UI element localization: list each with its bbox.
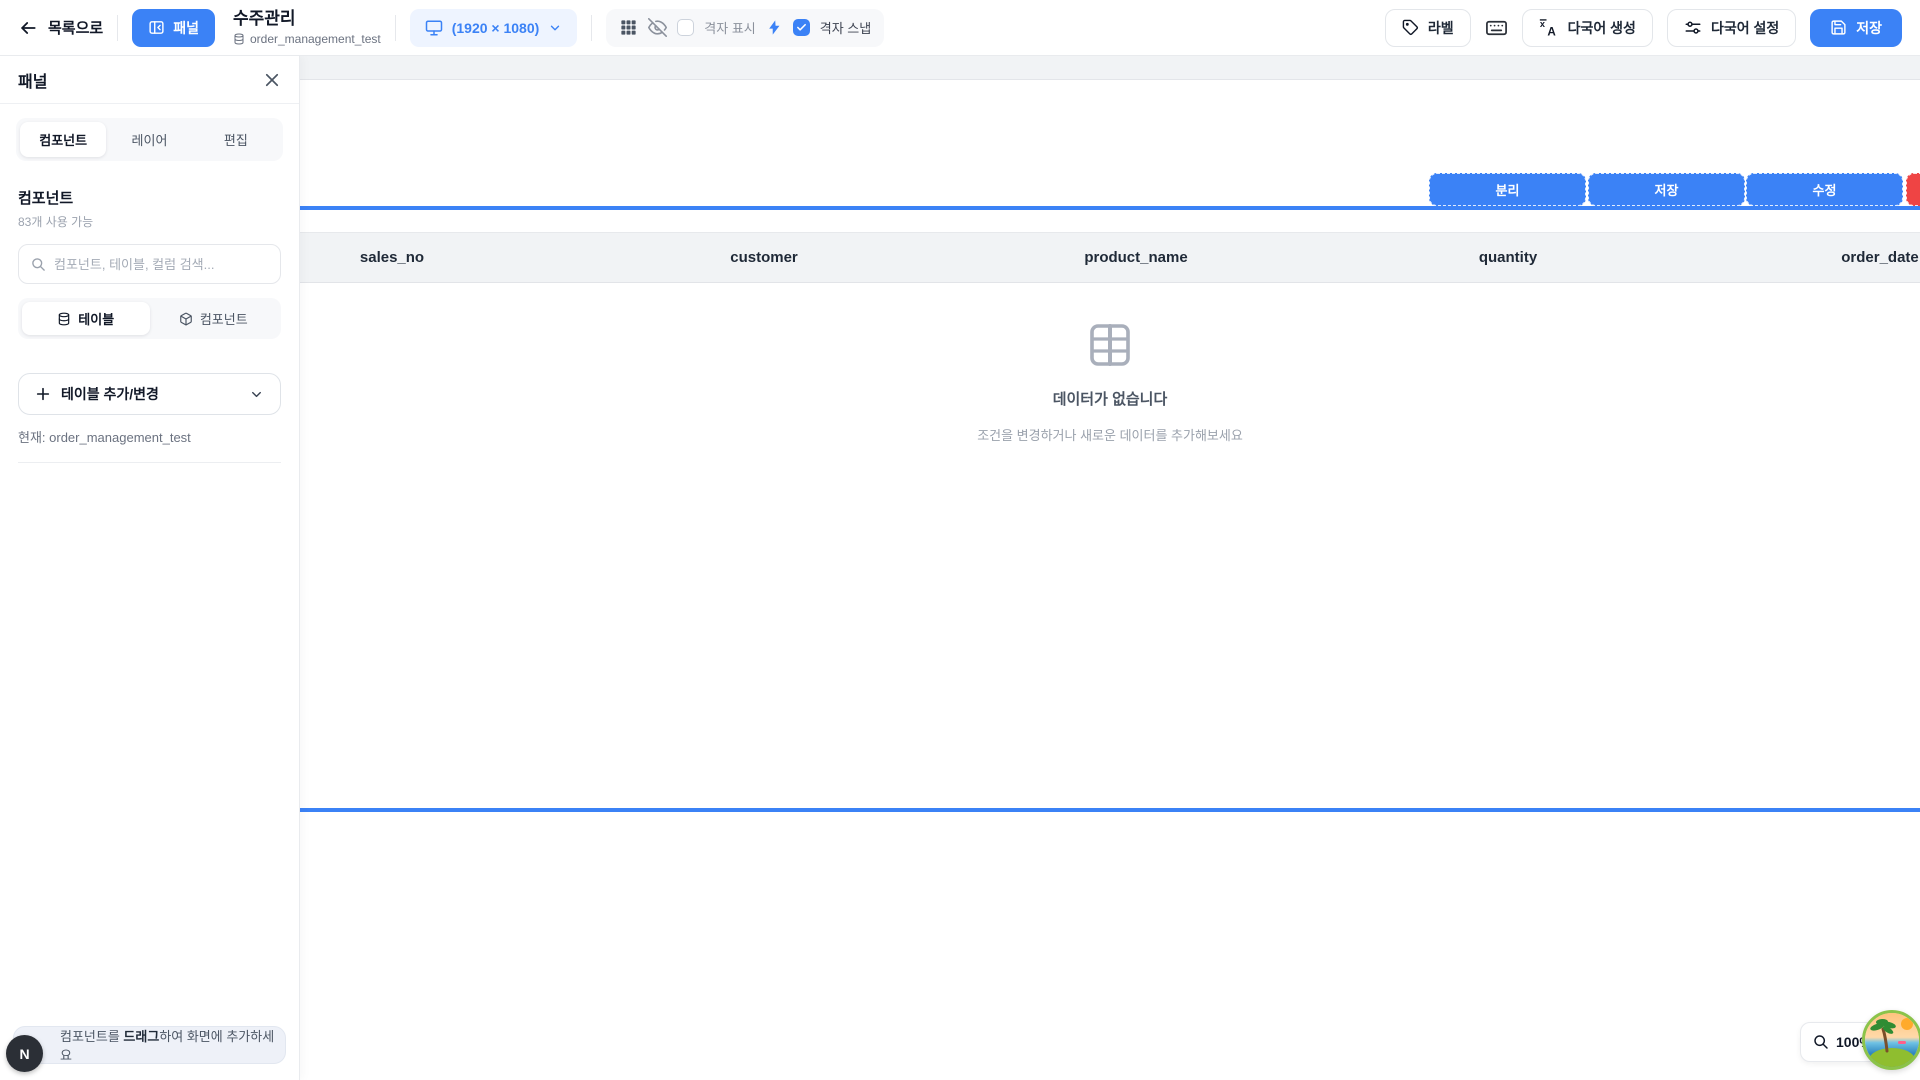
empty-state-subtitle: 조건을 변경하거나 새로운 데이터를 추가해보세요 xyxy=(810,425,1410,444)
source-tab-component[interactable]: 컴포넌트 xyxy=(150,302,278,335)
column-header: quantity xyxy=(1322,233,1694,282)
eye-off-icon xyxy=(648,18,667,37)
table-name-label: order_management_test xyxy=(250,32,381,46)
column-header: customer xyxy=(578,233,950,282)
toolbar-divider xyxy=(395,15,396,41)
toolbar-left-group: 목록으로 패널 수주관리 order_management_test (1920… xyxy=(18,9,884,47)
empty-table-icon xyxy=(1089,323,1131,367)
keyboard-shortcuts-button[interactable] xyxy=(1485,16,1508,39)
database-icon xyxy=(57,312,71,326)
toolbar-divider xyxy=(591,15,592,41)
column-header: order_date xyxy=(1694,233,1920,282)
monitor-icon xyxy=(425,19,443,37)
table-empty-state: 데이터가 없습니다 조건을 변경하거나 새로운 데이터를 추가해보세요 xyxy=(810,323,1410,444)
save-button-text: 저장 xyxy=(1856,18,1882,38)
selection-border-top xyxy=(206,206,1920,210)
plus-icon xyxy=(35,386,51,402)
tab-edit[interactable]: 편집 xyxy=(193,122,279,157)
collaborator-cursor-badge: N xyxy=(6,1035,43,1072)
panel-divider xyxy=(18,462,281,463)
box-icon xyxy=(179,312,193,326)
sliders-icon xyxy=(1684,19,1702,37)
database-icon xyxy=(233,33,245,45)
chevron-down-icon xyxy=(249,387,264,402)
grid-show-checkbox[interactable] xyxy=(677,19,694,36)
side-panel: 패널 컴포넌트 레이어 편집 컴포넌트 83개 사용 가능 테이블 xyxy=(0,56,300,1080)
selection-border-bottom xyxy=(206,808,1920,812)
toolbar-right-group: 라벨 xA 다국어 생성 다국어 설정 저장 xyxy=(1385,9,1902,47)
drag-hint-toast: 컴포넌트를 드래그하여 화면에 추가하세요 xyxy=(13,1026,286,1064)
current-table-label: 현재: order_management_test xyxy=(18,427,281,446)
save-button[interactable]: 저장 xyxy=(1810,9,1902,47)
user-avatar[interactable] xyxy=(1862,1010,1920,1070)
svg-text:x: x xyxy=(1539,19,1545,29)
panel-title: 패널 xyxy=(18,68,47,92)
grid-snap-checkbox[interactable] xyxy=(793,19,810,36)
panel-tab-bar: 컴포넌트 레이어 편집 xyxy=(16,118,283,161)
table-header-row[interactable]: sales_no customer product_name quantity … xyxy=(206,232,1920,283)
back-to-list-label: 목록으로 xyxy=(48,17,103,38)
table-action-edit-button[interactable]: 수정 xyxy=(1746,173,1903,206)
search-icon xyxy=(31,257,46,272)
i18n-settings-text: 다국어 설정 xyxy=(1711,18,1779,38)
table-action-save-button[interactable]: 저장 xyxy=(1588,173,1745,206)
add-change-table-button[interactable]: 테이블 추가/변경 xyxy=(18,373,281,415)
source-toggle: 테이블 컴포넌트 xyxy=(18,298,281,339)
chevron-down-icon xyxy=(548,21,562,35)
grid-icon xyxy=(619,18,638,37)
resolution-selector[interactable]: (1920 × 1080) xyxy=(410,9,578,47)
tab-layers[interactable]: 레이어 xyxy=(106,122,192,157)
i18n-settings-button[interactable]: 다국어 설정 xyxy=(1667,9,1796,47)
components-count: 83개 사용 가능 xyxy=(18,213,281,230)
svg-text:A: A xyxy=(1547,25,1556,38)
keyboard-icon xyxy=(1485,16,1508,39)
source-tab-table[interactable]: 테이블 xyxy=(22,302,150,335)
title-block: 수주관리 order_management_test xyxy=(233,9,381,45)
save-icon xyxy=(1830,19,1847,36)
translate-icon: xA xyxy=(1539,18,1559,38)
page-title: 수주관리 xyxy=(233,9,381,29)
back-to-list-button[interactable]: 목록으로 xyxy=(18,17,103,38)
table-action-danger-button[interactable] xyxy=(1906,173,1920,206)
panel-header: 패널 xyxy=(0,56,299,104)
i18n-generate-button[interactable]: xA 다국어 생성 xyxy=(1522,9,1653,47)
lightning-icon xyxy=(766,19,783,36)
back-arrow-icon xyxy=(18,18,38,38)
component-search-input[interactable] xyxy=(54,257,268,272)
magnifier-icon xyxy=(1813,1034,1829,1050)
empty-state-title: 데이터가 없습니다 xyxy=(810,388,1410,409)
tag-icon xyxy=(1402,19,1419,36)
top-toolbar: 목록으로 패널 수주관리 order_management_test (1920… xyxy=(0,0,1920,56)
panel-body: 컴포넌트 83개 사용 가능 테이블 컴포넌트 xyxy=(0,187,299,463)
source-tab-component-label: 컴포넌트 xyxy=(200,309,248,328)
hint-text-prefix: 컴포넌트를 xyxy=(60,1029,123,1044)
page-subtitle: order_management_test xyxy=(233,32,381,46)
hint-text-bold: 드래그 xyxy=(123,1029,159,1044)
grid-snap-label: 격자 스냅 xyxy=(820,18,871,37)
components-section-title: 컴포넌트 xyxy=(18,187,281,208)
panel-left-icon xyxy=(148,19,165,36)
table-action-split-button[interactable]: 분리 xyxy=(1429,173,1586,206)
grid-controls-group: 격자 표시 격자 스냅 xyxy=(606,9,884,47)
close-icon[interactable] xyxy=(263,71,281,89)
tab-components[interactable]: 컴포넌트 xyxy=(20,122,106,157)
resolution-value: (1920 × 1080) xyxy=(452,20,540,36)
grid-show-label: 격자 표시 xyxy=(704,18,755,37)
panel-toggle-button[interactable]: 패널 xyxy=(132,9,215,47)
toolbar-divider xyxy=(117,15,118,41)
label-button-text: 라벨 xyxy=(1428,18,1454,38)
i18n-generate-text: 다국어 생성 xyxy=(1568,18,1636,38)
column-header: product_name xyxy=(950,233,1322,282)
component-search-box[interactable] xyxy=(18,244,281,284)
panel-toggle-label: 패널 xyxy=(173,18,199,38)
source-tab-table-label: 테이블 xyxy=(78,309,114,328)
label-button[interactable]: 라벨 xyxy=(1385,9,1471,47)
add-change-table-label: 테이블 추가/변경 xyxy=(61,384,239,404)
